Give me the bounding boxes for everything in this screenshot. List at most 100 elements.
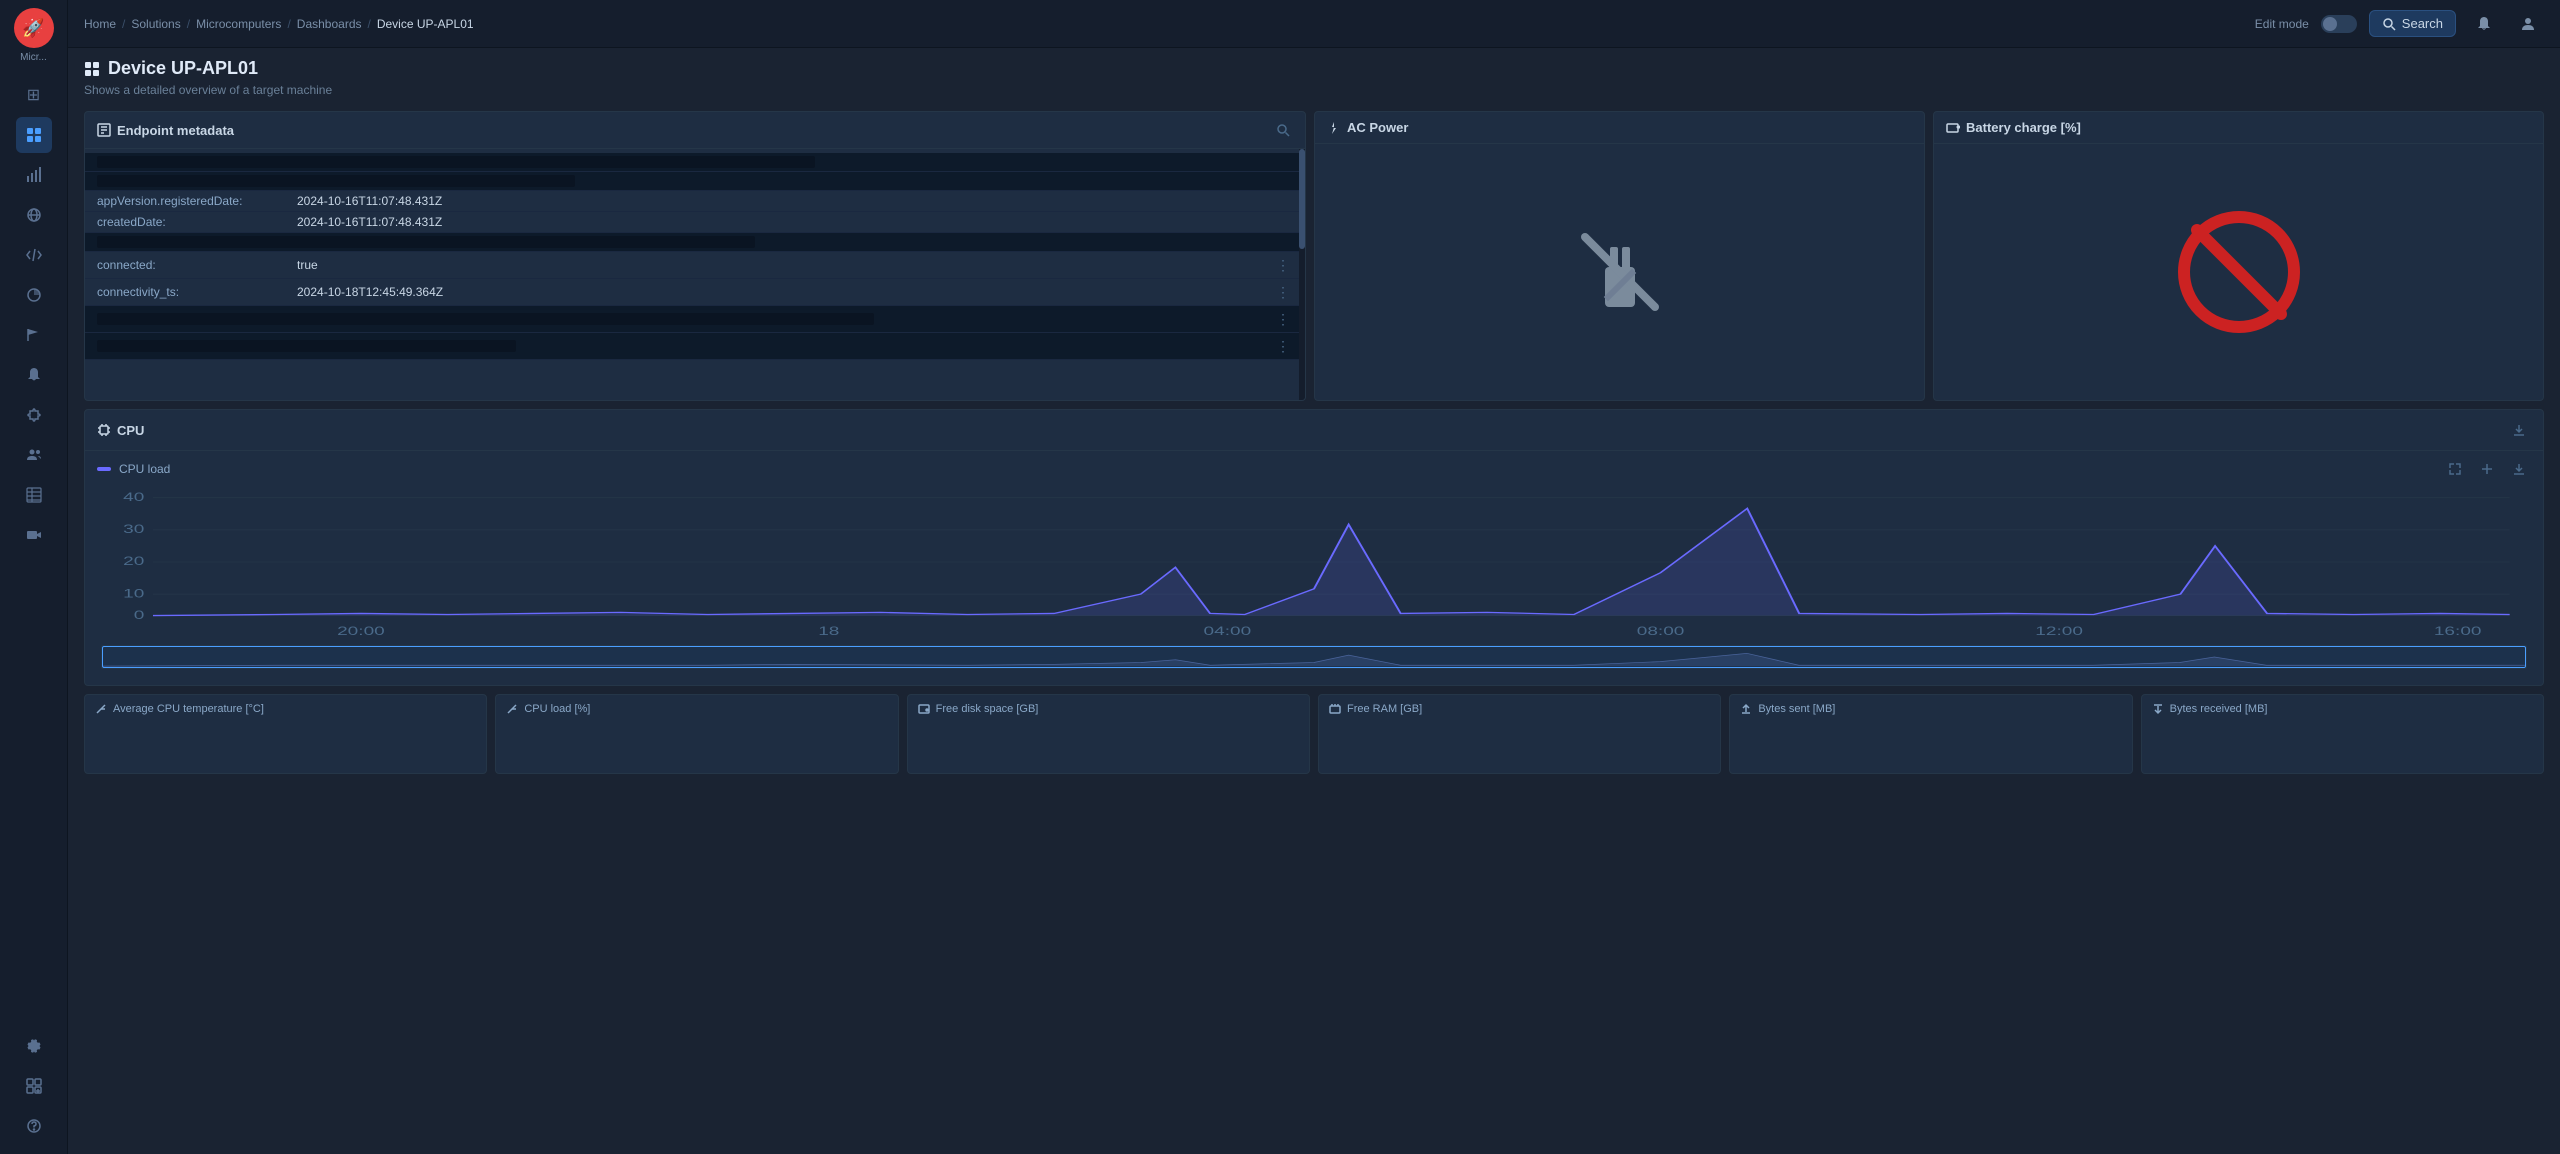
- endpoint-metadata-title-text: Endpoint metadata: [117, 123, 234, 138]
- scrollbar-thumb[interactable]: [1299, 149, 1305, 249]
- cpu-title-text: CPU: [117, 423, 144, 438]
- bytes-received-icon: [2152, 703, 2164, 715]
- metadata-row-redacted-3: [85, 233, 1305, 252]
- main-content: Home / Solutions / Microcomputers / Dash…: [68, 0, 2560, 1154]
- metric-free-disk: Free disk space [GB]: [907, 694, 1310, 774]
- metric-bytes-received-title: Bytes received [MB]: [2152, 703, 2533, 715]
- breadcrumb-dashboards[interactable]: Dashboards: [297, 17, 362, 31]
- metadata-table: appVersion.registeredDate: 2024-10-16T11…: [85, 149, 1305, 400]
- edit-mode-toggle[interactable]: [2321, 15, 2357, 33]
- sidebar-item-grid[interactable]: [16, 117, 52, 153]
- app-logo[interactable]: 🚀: [14, 8, 54, 48]
- cpu-split-btn[interactable]: [2475, 457, 2499, 481]
- sidebar-item-help[interactable]: [16, 1108, 52, 1144]
- sidebar-item-analytics[interactable]: [16, 277, 52, 313]
- metadata-menu-redacted-5[interactable]: ⋮: [1273, 336, 1293, 356]
- metric-free-ram: Free RAM [GB]: [1318, 694, 1721, 774]
- metric-avg-cpu-temp: Average CPU temperature [°C]: [84, 694, 487, 774]
- endpoint-metadata-search-btn[interactable]: [1273, 120, 1293, 140]
- metric-bytes-sent: Bytes sent [MB]: [1729, 694, 2132, 774]
- endpoint-metadata-header: Endpoint metadata: [85, 112, 1305, 149]
- ac-power-icon: [1327, 121, 1341, 135]
- notifications-button[interactable]: [2468, 8, 2500, 40]
- sidebar-item-users[interactable]: [16, 437, 52, 473]
- sidebar-item-flag[interactable]: [16, 317, 52, 353]
- search-button[interactable]: Search: [2369, 10, 2456, 37]
- cpu-load-legend-label: CPU load: [119, 462, 170, 476]
- redacted-bar: [97, 313, 874, 325]
- metadata-value-createddate: 2024-10-16T11:07:48.431Z: [297, 215, 1293, 229]
- breadcrumb-solutions[interactable]: Solutions: [131, 17, 180, 31]
- cpu-chart-area: 40 30 20 10 0 20:00 18 04:00 08:00 12:00…: [85, 487, 2543, 637]
- sidebar: 🚀 Micr... ⊞: [0, 0, 68, 1154]
- metadata-row-redacted-2: [85, 172, 1305, 191]
- metadata-row-connectivity-ts: connectivity_ts: 2024-10-18T12:45:49.364…: [85, 279, 1305, 306]
- endpoint-metadata-title: Endpoint metadata: [97, 123, 234, 138]
- cpu-chart-svg: 40 30 20 10 0 20:00 18 04:00 08:00 12:00…: [101, 487, 2527, 637]
- redacted-bar: [97, 175, 575, 187]
- cpu-minimap[interactable]: [101, 645, 2527, 669]
- avg-cpu-temp-label: Average CPU temperature [°C]: [113, 703, 264, 715]
- metadata-menu-connectivity-ts[interactable]: ⋮: [1273, 282, 1293, 302]
- sidebar-item-home[interactable]: ⊞: [16, 77, 52, 113]
- cpu-minimap-area: [85, 637, 2543, 685]
- svg-text:0: 0: [134, 609, 145, 622]
- ac-power-title: AC Power: [1327, 120, 1408, 135]
- metadata-row-redacted-5: ⋮: [85, 333, 1305, 360]
- sidebar-item-bell[interactable]: [16, 357, 52, 393]
- metadata-key-createddate: createdDate:: [97, 215, 297, 229]
- sidebar-item-puzzle[interactable]: [16, 397, 52, 433]
- sidebar-item-globe[interactable]: [16, 197, 52, 233]
- page-title: Device UP-APL01: [84, 58, 2544, 79]
- metric-free-ram-title: Free RAM [GB]: [1329, 703, 1710, 715]
- cpu-load-icon: [506, 703, 518, 715]
- endpoint-metadata-body: appVersion.registeredDate: 2024-10-16T11…: [85, 149, 1305, 400]
- sidebar-item-video[interactable]: [16, 517, 52, 553]
- sidebar-item-table[interactable]: [16, 477, 52, 513]
- metadata-row-createddate: createdDate: 2024-10-16T11:07:48.431Z: [85, 212, 1305, 233]
- metadata-row-redacted-4: ⋮: [85, 306, 1305, 333]
- search-icon: [2382, 17, 2396, 31]
- sidebar-item-signal[interactable]: [16, 157, 52, 193]
- sidebar-item-extensions[interactable]: [16, 1068, 52, 1104]
- free-disk-icon: [918, 703, 930, 715]
- page-title-text: Device UP-APL01: [108, 58, 258, 79]
- free-disk-label: Free disk space [GB]: [936, 703, 1039, 715]
- svg-text:30: 30: [123, 523, 144, 536]
- metadata-row-redacted-1: [85, 153, 1305, 172]
- breadcrumb-sep-3: /: [287, 17, 290, 31]
- bell-icon: [2476, 16, 2492, 32]
- ac-power-panel: AC Power: [1314, 111, 1925, 401]
- metric-avg-cpu-temp-title: Average CPU temperature [°C]: [95, 703, 476, 715]
- breadcrumb: Home / Solutions / Microcomputers / Dash…: [84, 17, 2243, 31]
- cpu-download2-btn[interactable]: [2507, 457, 2531, 481]
- svg-text:10: 10: [123, 588, 144, 601]
- cpu-download-btn[interactable]: [2507, 418, 2531, 442]
- svg-text:04:00: 04:00: [1204, 625, 1252, 637]
- breadcrumb-current: Device UP-APL01: [377, 17, 474, 31]
- metric-bytes-received: Bytes received [MB]: [2141, 694, 2544, 774]
- cpu-icon: [97, 423, 111, 437]
- cpu-panel: CPU CPU load: [84, 409, 2544, 686]
- redacted-bar: [97, 340, 516, 352]
- battery-charge-panel: Battery charge [%]: [1933, 111, 2544, 401]
- user-avatar[interactable]: [2512, 8, 2544, 40]
- breadcrumb-sep-4: /: [368, 17, 371, 31]
- breadcrumb-home[interactable]: Home: [84, 17, 116, 31]
- sidebar-item-settings[interactable]: [16, 1028, 52, 1064]
- svg-text:20: 20: [123, 556, 144, 569]
- minimap-selection[interactable]: [102, 646, 2526, 668]
- free-ram-icon: [1329, 703, 1341, 715]
- search-label: Search: [2402, 16, 2443, 31]
- free-ram-label: Free RAM [GB]: [1347, 703, 1422, 715]
- cpu-expand-btn[interactable]: [2443, 457, 2467, 481]
- breadcrumb-microcomputers[interactable]: Microcomputers: [196, 17, 281, 31]
- scrollbar-track[interactable]: [1299, 149, 1305, 400]
- bytes-received-label: Bytes received [MB]: [2170, 703, 2268, 715]
- topbar: Home / Solutions / Microcomputers / Dash…: [68, 0, 2560, 48]
- metadata-menu-connected[interactable]: ⋮: [1273, 255, 1293, 275]
- cpu-load-legend-color: [97, 467, 111, 471]
- sidebar-item-code[interactable]: [16, 237, 52, 273]
- svg-text:18: 18: [818, 625, 839, 637]
- metadata-menu-redacted-4[interactable]: ⋮: [1273, 309, 1293, 329]
